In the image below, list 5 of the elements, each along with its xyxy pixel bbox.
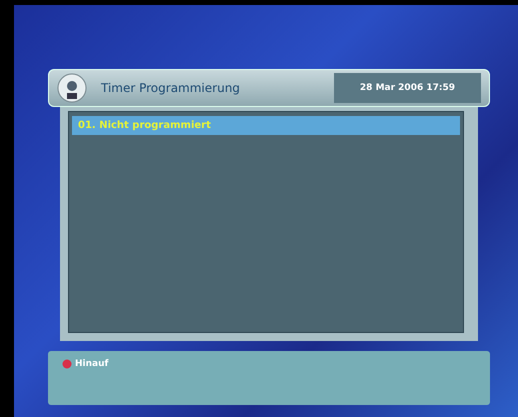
date-time: 28 Mar 2006 17:59 <box>334 73 481 103</box>
remote-key-icon <box>62 359 72 369</box>
menu-title: Timer Programmierung <box>101 81 241 95</box>
timer-row[interactable]: 01. Nicht programmiert <box>72 116 460 135</box>
footer-hint: Hinauf <box>75 359 108 369</box>
